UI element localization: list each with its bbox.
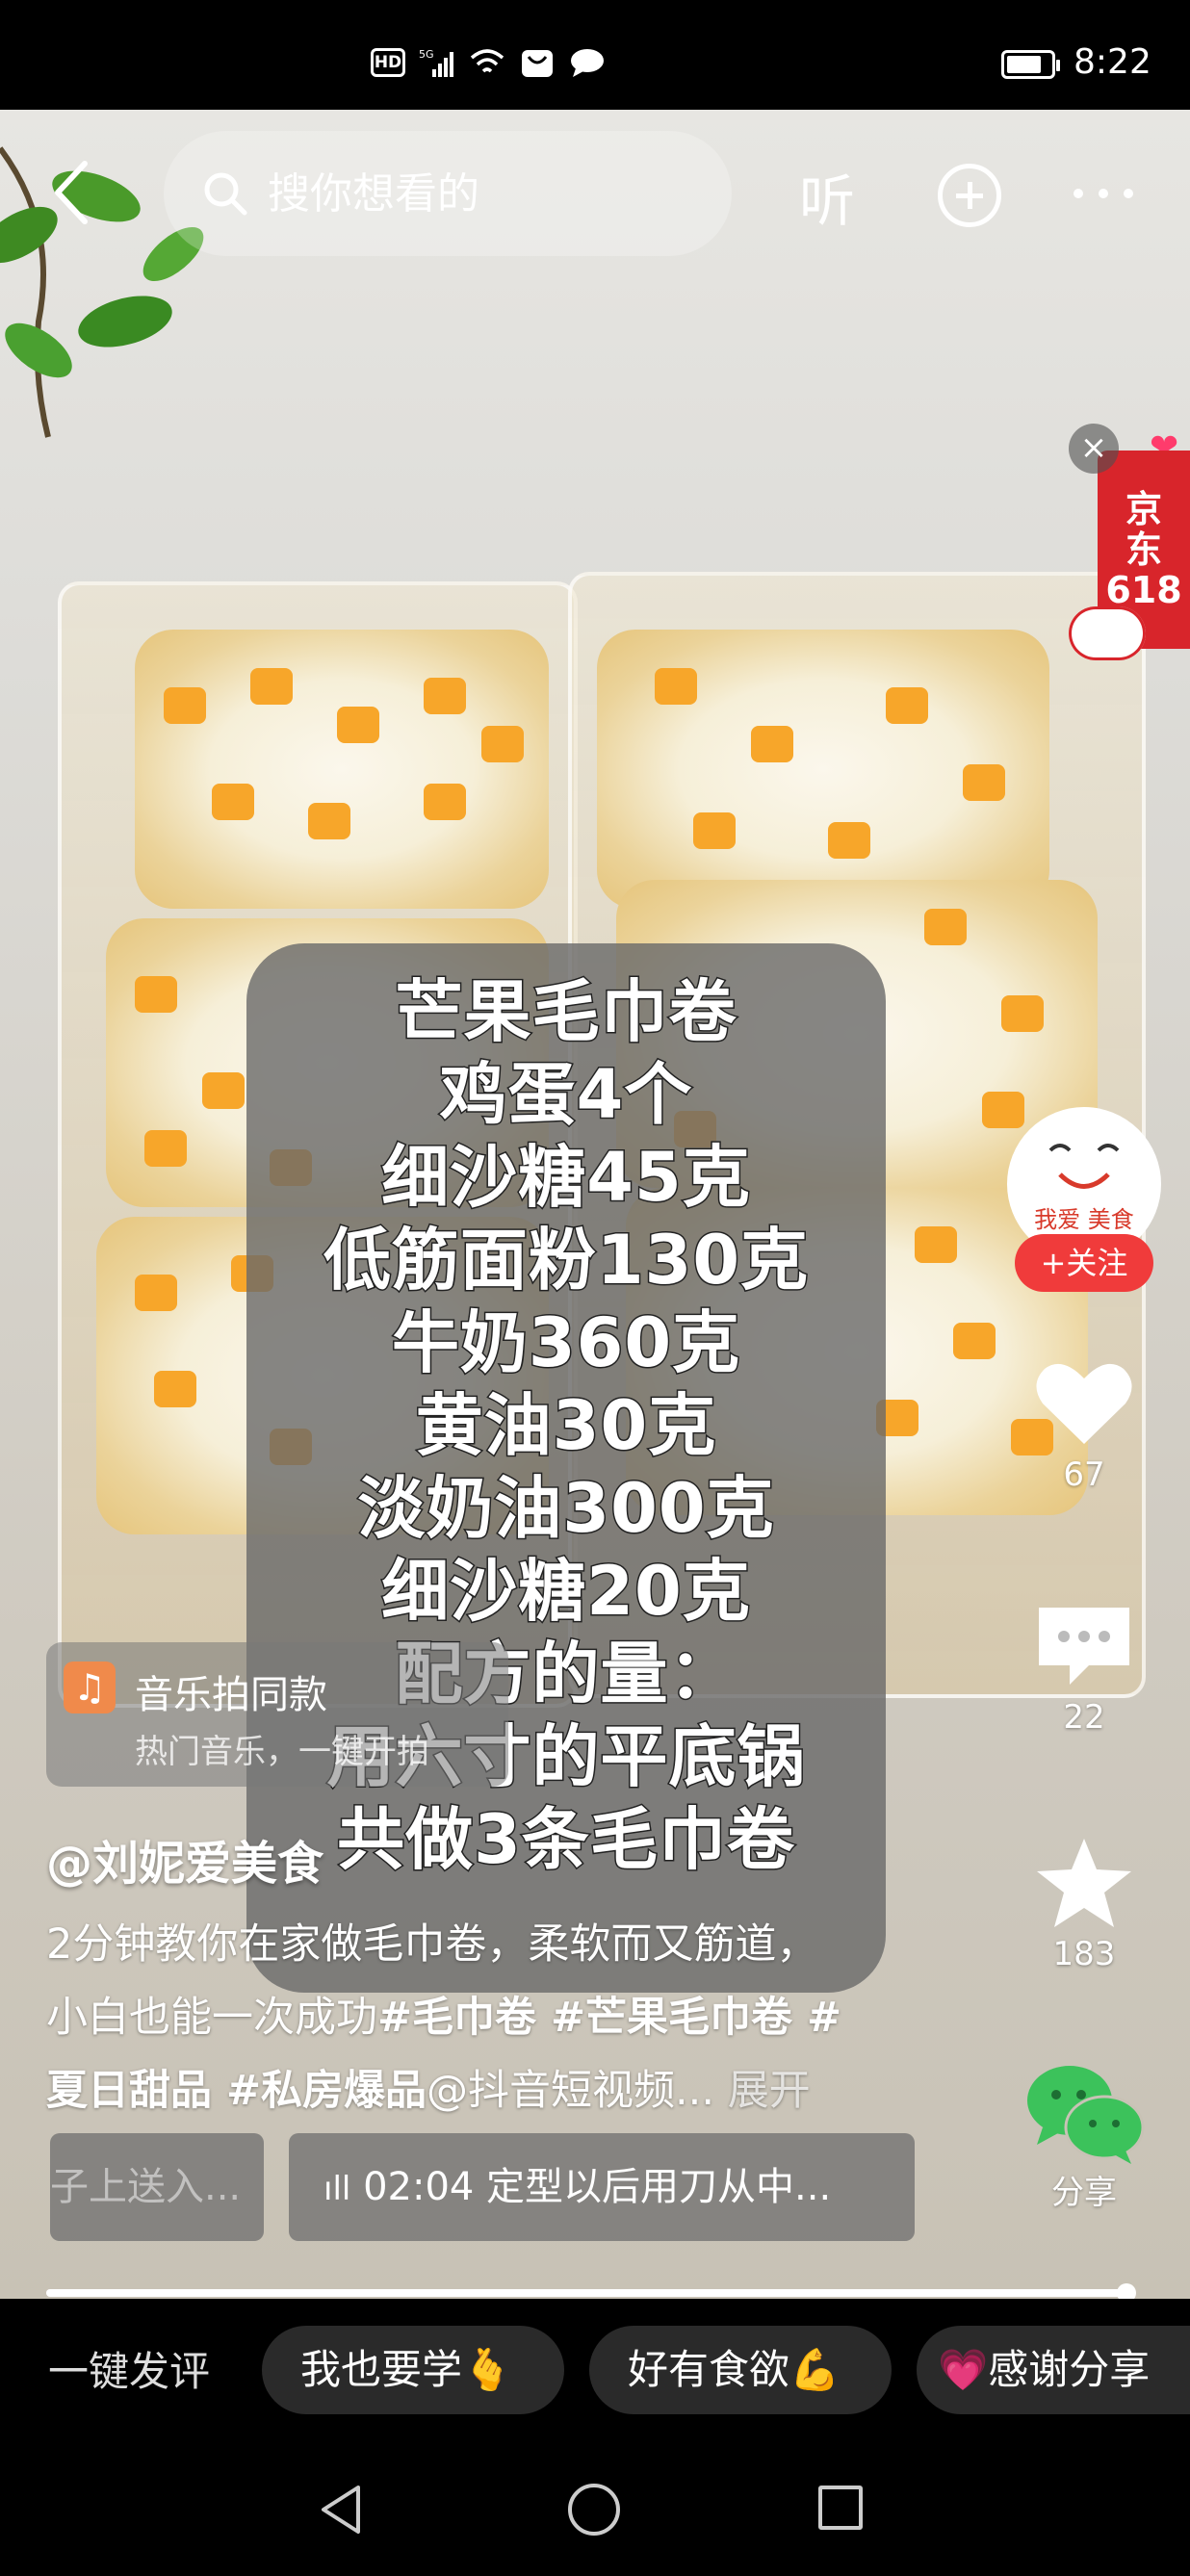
search-box[interactable]: [164, 131, 732, 256]
jd-mascot-icon: [1069, 606, 1146, 660]
like-count: 67: [1063, 1455, 1105, 1494]
audio-wave-icon: ıll: [323, 2170, 351, 2208]
progress-fill: [46, 2289, 1122, 2297]
recipe-overlay: 芒果毛巾卷 鸡蛋4个 细沙糖45克 低筋面粉130克 牛奶360克 黄油30克 淡奶油300…: [246, 943, 886, 1993]
quick-reply-button[interactable]: 我也要学🫰: [262, 2326, 564, 2414]
nav-recents-icon[interactable]: [818, 2486, 863, 2530]
notification-icon: [519, 46, 556, 79]
music-note-icon: ♫: [64, 1662, 116, 1713]
heart-icon: [1036, 1363, 1132, 1444]
status-icons: HD 5G: [371, 46, 606, 79]
ad-brand-line: 618: [1105, 569, 1182, 611]
recipe-line: 细沙糖20克: [380, 1551, 751, 1633]
smiley-icon: [1048, 1144, 1120, 1189]
chapter-chip-previous[interactable]: 子上送入...: [50, 2133, 264, 2241]
ad-brand-line: 东: [1125, 528, 1162, 571]
battery-level: [1007, 56, 1042, 73]
music-subtitle: 热门音乐，一键开拍: [135, 1733, 429, 1771]
follow-button[interactable]: +关注: [1015, 1234, 1153, 1292]
music-template-chip[interactable]: ♫ 音乐拍同款 热门音乐，一键开拍: [46, 1642, 508, 1787]
quick-comment-label[interactable]: 一键发评: [48, 2339, 210, 2398]
comment-count: 22: [1063, 1698, 1105, 1737]
comment-button[interactable]: 22: [1021, 1598, 1148, 1737]
caption-text: 小白也能一次成功: [46, 1994, 377, 2042]
avatar-text: 我爱 美食: [1034, 1206, 1134, 1233]
clock: 8:22: [1074, 42, 1151, 82]
back-arrow-icon: [55, 161, 88, 224]
nav-back-icon[interactable]: [318, 2484, 366, 2536]
caption-mention[interactable]: @抖音短视频...: [427, 2067, 714, 2115]
share-button[interactable]: 分享: [1021, 2060, 1148, 2213]
back-button[interactable]: [48, 154, 96, 231]
recipe-line: 牛奶360克: [390, 1302, 741, 1384]
caption-hashtags[interactable]: 夏日甜品 #私房爆品: [46, 2067, 427, 2115]
wechat-icon: [1027, 2066, 1145, 2164]
caption-hashtags[interactable]: #毛巾卷 #芒果毛巾卷 #: [377, 1994, 841, 2042]
battery-icon: [1001, 50, 1060, 79]
recipe-line: 黄油30克: [414, 1385, 717, 1467]
system-nav-bar: [0, 2437, 1190, 2576]
favorite-count: 183: [1052, 1935, 1116, 1973]
signal-5g-icon: 5G: [419, 46, 455, 79]
svg-text:5G: 5G: [419, 48, 434, 61]
status-bar: HD 5G 8:22: [0, 0, 1190, 110]
quick-reply-button[interactable]: 💗感谢分享: [917, 2326, 1190, 2414]
favorite-button[interactable]: 183: [1021, 1835, 1148, 1973]
caption-text: 2分钟教你在家做毛巾卷，柔软而又筋道，: [46, 1920, 818, 1969]
music-title: 音乐拍同款: [135, 1673, 327, 1717]
recipe-line: 淡奶油300克: [356, 1468, 775, 1550]
recipe-line: 共做3条毛巾卷: [336, 1799, 796, 1881]
ad-close-button[interactable]: ×: [1069, 424, 1119, 474]
comment-icon: [1039, 1608, 1129, 1685]
expand-link[interactable]: 展开: [728, 2067, 811, 2115]
wifi-icon: [469, 46, 505, 79]
search-icon: [204, 172, 247, 216]
chapter-chip-label: 子上送入...: [50, 2165, 242, 2209]
chapter-chip-label: 02:04 定型以后用刀从中...: [363, 2165, 832, 2209]
like-button[interactable]: 67: [1021, 1355, 1148, 1494]
message-icon: [569, 46, 606, 79]
ad-brand-line: 京: [1125, 488, 1162, 530]
video-caption[interactable]: 2分钟教你在家做毛巾卷，柔软而又筋道， 小白也能一次成功#毛巾卷 #芒果毛巾卷 …: [46, 1908, 951, 2127]
recipe-line: 细沙糖45克: [380, 1137, 751, 1219]
hd-icon: HD: [371, 48, 405, 77]
recipe-line: 芒果毛巾卷: [394, 971, 737, 1053]
mango-roll: [135, 630, 549, 909]
nav-home-icon[interactable]: [568, 2484, 620, 2536]
share-label: 分享: [1051, 2174, 1117, 2212]
search-input[interactable]: [268, 168, 691, 219]
comment-bar: 一键发评 我也要学🫰 好有食欲💪 💗感谢分享: [0, 2299, 1190, 2437]
star-icon: [1037, 1839, 1131, 1927]
recipe-line: 鸡蛋4个: [438, 1054, 693, 1136]
quick-reply-button[interactable]: 好有食欲💪: [589, 2326, 892, 2414]
mango-roll: [597, 630, 1049, 909]
listen-button[interactable]: 听: [799, 156, 855, 237]
add-button[interactable]: [938, 164, 1001, 227]
more-options-button[interactable]: [1074, 189, 1133, 198]
video-progress-bar[interactable]: [46, 2289, 1132, 2297]
author-name[interactable]: @刘妮爱美食: [46, 1825, 323, 1893]
recipe-line: 低筋面粉130克: [322, 1220, 810, 1301]
chapter-chip-current[interactable]: ıll 02:04 定型以后用刀从中...: [289, 2133, 915, 2241]
